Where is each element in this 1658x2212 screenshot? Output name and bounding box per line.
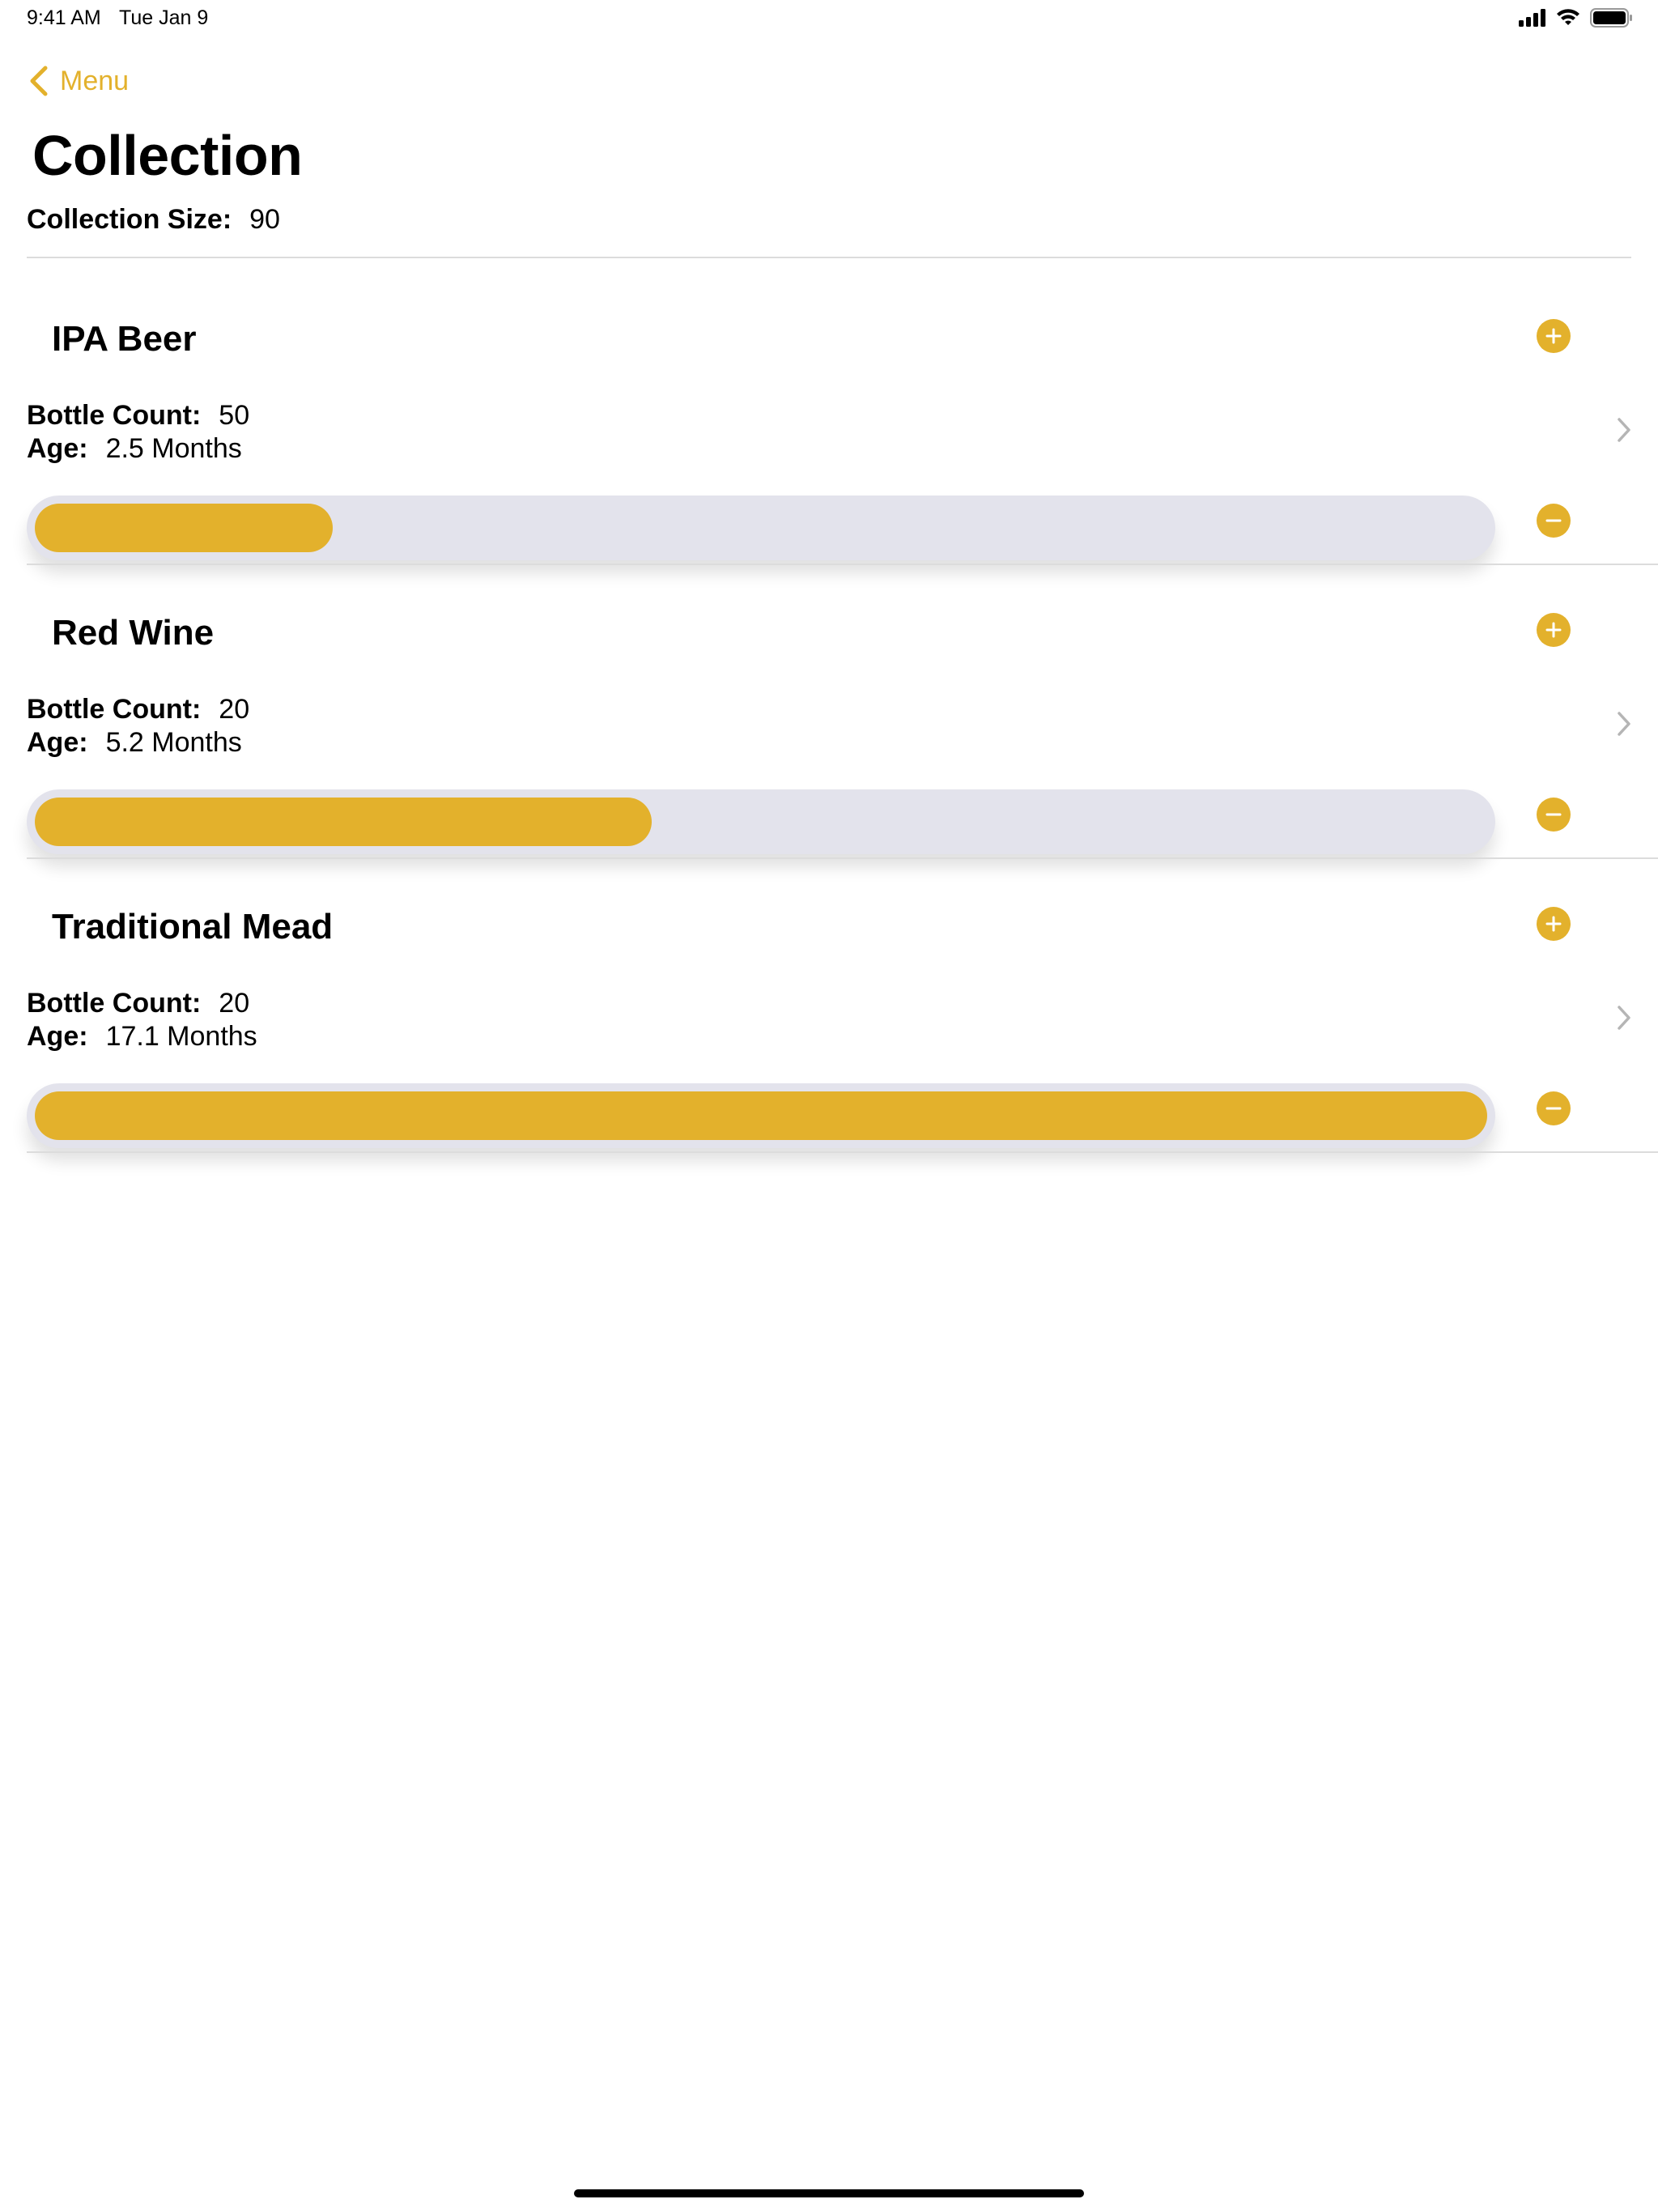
bottle-count-value: 20 [219, 988, 250, 1019]
age-value: 17.1 Months [105, 1021, 257, 1052]
wifi-icon [1557, 9, 1579, 25]
bottle-count-value: 50 [219, 400, 250, 431]
minus-icon [1545, 813, 1562, 816]
section-title: Traditional Mead [52, 907, 334, 946]
add-bottle-button[interactable] [1537, 907, 1571, 941]
bottle-count-label: Bottle Count: [27, 988, 202, 1019]
collection-size-label: Collection Size: [27, 204, 232, 235]
cellular-signal-icon [1519, 9, 1545, 27]
add-bottle-button[interactable] [1537, 613, 1571, 647]
status-icons [1519, 8, 1634, 28]
home-indicator[interactable] [574, 2189, 1084, 2197]
age-progress-fill [35, 1091, 1487, 1140]
age-value: 2.5 Months [105, 433, 242, 464]
back-label: Menu [60, 65, 130, 96]
battery-icon [1590, 8, 1632, 28]
chevron-right-icon[interactable] [1614, 416, 1634, 444]
age-value: 5.2 Months [105, 727, 242, 758]
collection-section: Red Wine Bottle Count: 20 Age: 5.2 Months [0, 564, 1658, 859]
chevron-right-icon[interactable] [1614, 710, 1634, 738]
bottle-count: Bottle Count: 20 [27, 694, 249, 725]
bottle-count: Bottle Count: 50 [27, 400, 249, 432]
age: Age: 17.1 Months [27, 1021, 257, 1053]
age-progress-track [27, 1083, 1495, 1148]
plus-icon [1545, 328, 1562, 344]
age-progress-track [27, 496, 1495, 560]
status-bar: 9:41 AM Tue Jan 9 [0, 0, 1658, 39]
minus-icon [1545, 1107, 1562, 1110]
bottle-count: Bottle Count: 20 [27, 988, 249, 1019]
age: Age: 5.2 Months [27, 727, 242, 759]
collection-section: IPA Beer Bottle Count: 50 Age: 2.5 Months [0, 270, 1658, 565]
age-label: Age: [27, 433, 88, 464]
remove-bottle-button[interactable] [1537, 1091, 1571, 1125]
section-title: IPA Beer [52, 319, 197, 359]
plus-icon [1545, 916, 1562, 932]
plus-icon [1545, 622, 1562, 638]
collection-size-value: 90 [249, 204, 280, 235]
add-bottle-button[interactable] [1537, 319, 1571, 353]
remove-bottle-button[interactable] [1537, 504, 1571, 538]
collection-size: Collection Size: 90 [27, 204, 280, 236]
divider [27, 257, 1631, 258]
status-time: 9:41 AM [27, 6, 101, 29]
age-progress-track [27, 789, 1495, 854]
section-title: Red Wine [52, 613, 215, 653]
bottle-count-value: 20 [219, 694, 250, 725]
bottle-count-label: Bottle Count: [27, 400, 202, 431]
bottle-count-label: Bottle Count: [27, 694, 202, 725]
chevron-right-icon[interactable] [1614, 1004, 1634, 1032]
age-progress-fill [35, 798, 652, 846]
age-label: Age: [27, 727, 88, 758]
back-button[interactable]: Menu [29, 58, 129, 104]
age: Age: 2.5 Months [27, 433, 242, 465]
chevron-left-icon [30, 66, 48, 96]
age-progress-fill [35, 504, 333, 552]
collection-section: Traditional Mead Bottle Count: 20 Age: 17.… [0, 858, 1658, 1153]
divider [27, 1151, 1658, 1153]
remove-bottle-button[interactable] [1537, 798, 1571, 832]
minus-icon [1545, 519, 1562, 522]
page-title: Collection [32, 124, 303, 187]
status-date: Tue Jan 9 [119, 6, 209, 29]
age-label: Age: [27, 1021, 88, 1052]
